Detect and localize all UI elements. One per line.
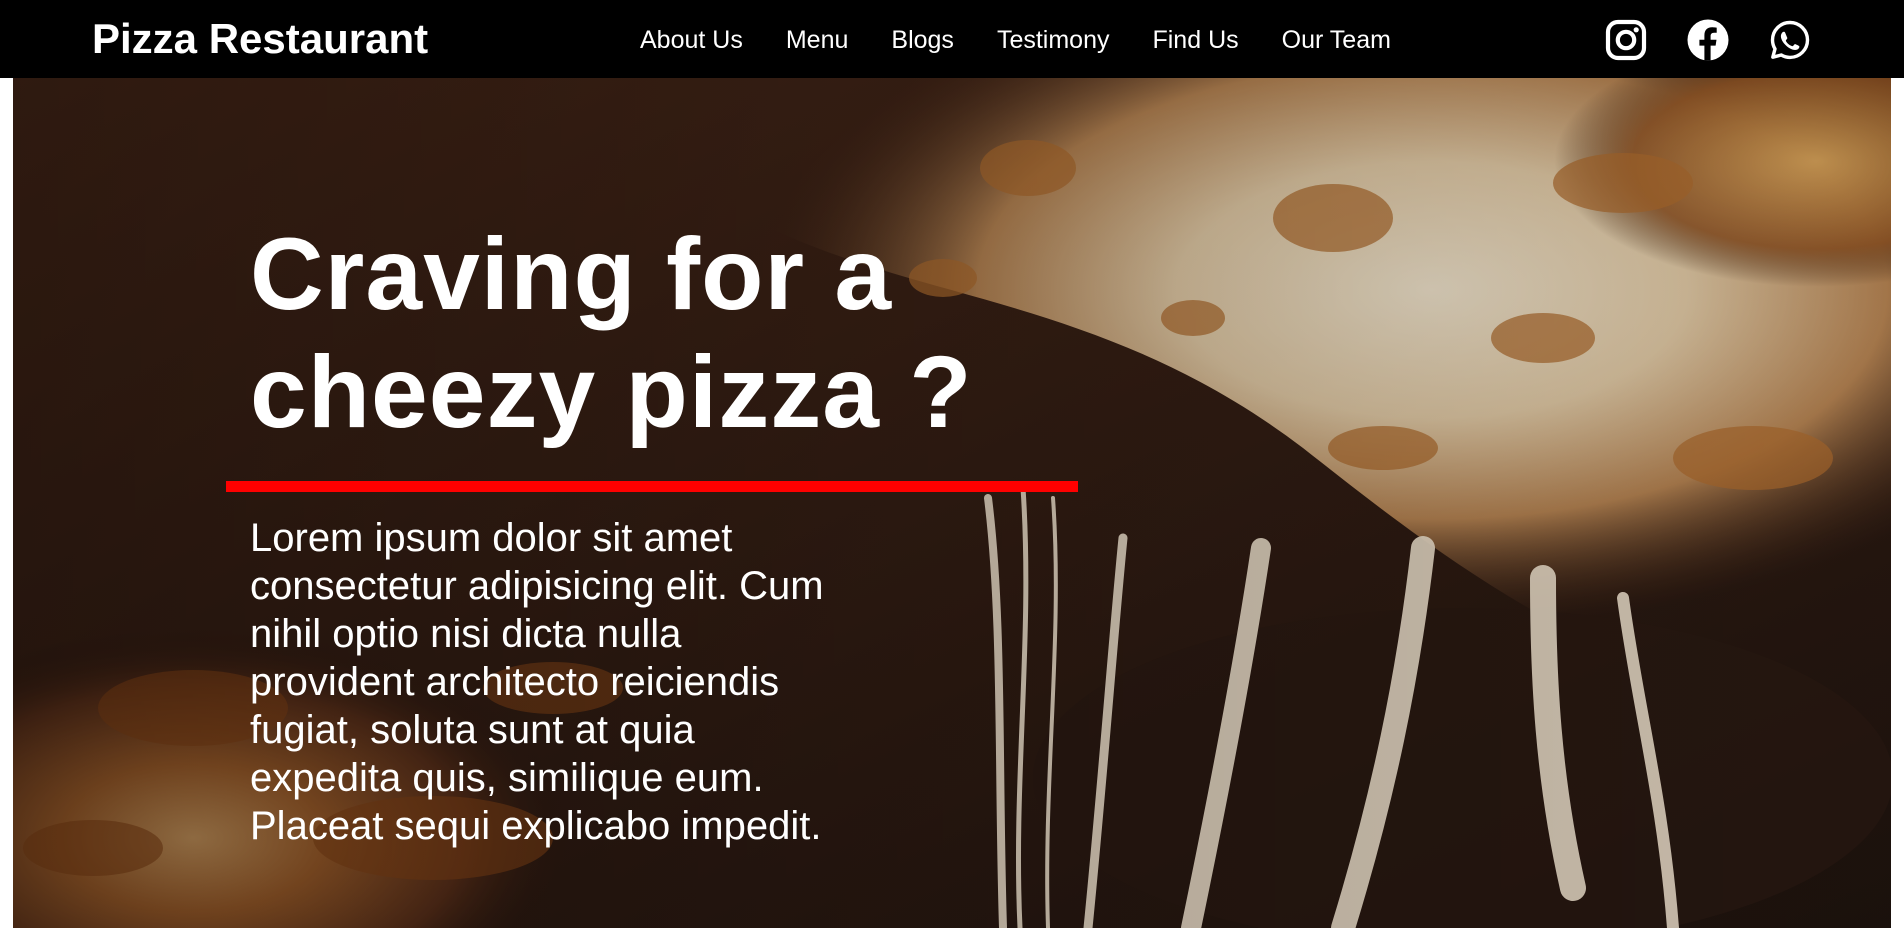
main-nav: About Us Menu Blogs Testimony Find Us Ou…	[640, 24, 1391, 56]
nav-link-testimony[interactable]: Testimony	[997, 26, 1110, 54]
hero-accent-divider	[226, 481, 1078, 492]
nav-link-find-us[interactable]: Find Us	[1152, 26, 1238, 54]
hero-section: Craving for a cheezy pizza ? Lorem ipsum…	[13, 78, 1891, 928]
whatsapp-icon[interactable]	[1769, 19, 1811, 61]
instagram-icon[interactable]	[1605, 19, 1647, 61]
facebook-icon[interactable]	[1687, 19, 1729, 61]
top-navbar: Pizza Restaurant About Us Menu Blogs Tes…	[0, 0, 1904, 78]
nav-item-blogs: Blogs	[891, 24, 954, 56]
nav-item-find-us: Find Us	[1152, 24, 1238, 56]
nav-item-our-team: Our Team	[1282, 24, 1391, 56]
hero-description: Lorem ipsum dolor sit amet consectetur a…	[250, 516, 824, 848]
brand-logo-text[interactable]: Pizza Restaurant	[92, 16, 428, 62]
nav-item-about-us: About Us	[640, 24, 743, 56]
nav-item-testimony: Testimony	[997, 24, 1110, 56]
hero-headline: Craving for a cheezy pizza ?	[250, 217, 973, 449]
nav-link-blogs[interactable]: Blogs	[891, 26, 954, 54]
nav-link-menu[interactable]: Menu	[786, 26, 849, 54]
nav-link-our-team[interactable]: Our Team	[1282, 26, 1391, 54]
nav-item-menu: Menu	[786, 24, 849, 56]
nav-link-about-us[interactable]: About Us	[640, 26, 743, 54]
